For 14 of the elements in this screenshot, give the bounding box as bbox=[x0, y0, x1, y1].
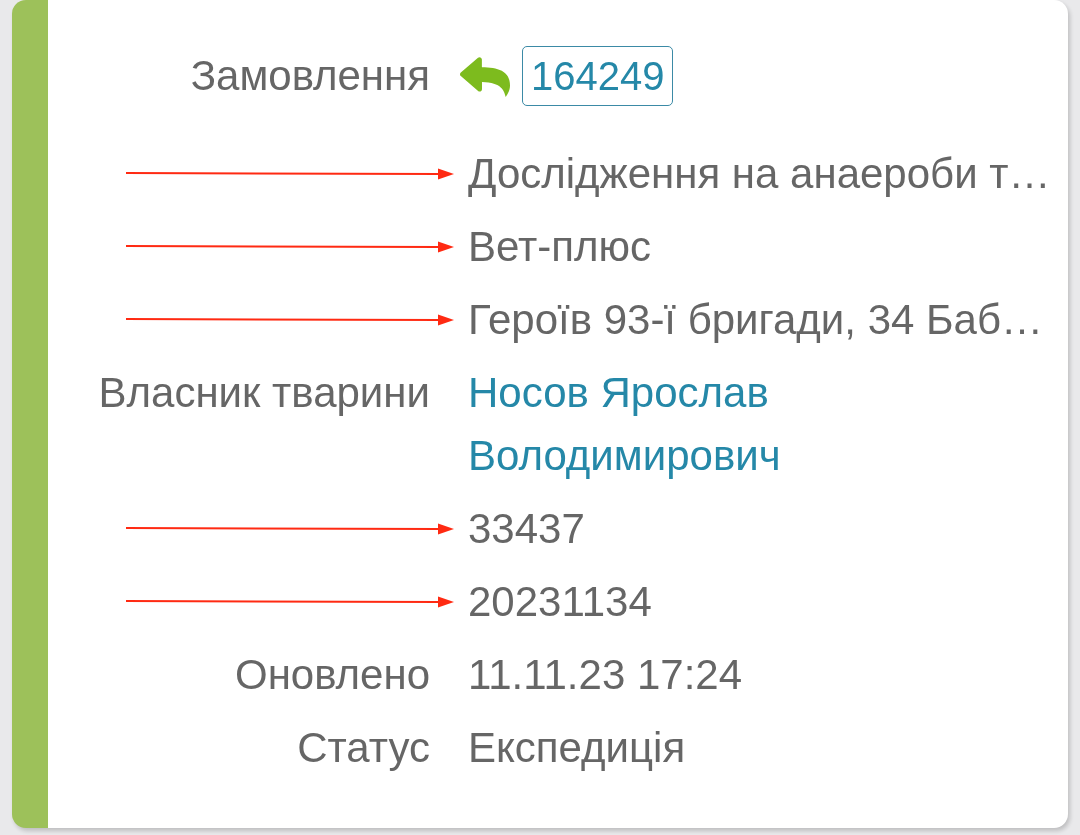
reply-icon[interactable] bbox=[460, 54, 510, 97]
order-number-button[interactable]: 164249 bbox=[522, 45, 674, 106]
field-value: 33437 bbox=[468, 504, 585, 554]
field-value: 11.11.23 17:24 bbox=[468, 650, 743, 700]
field-label: Статус bbox=[297, 723, 430, 773]
field-value: Експедиція bbox=[468, 723, 686, 773]
owner-link[interactable]: Носов Ярослав Володимирович bbox=[468, 361, 813, 487]
field-value: Вет-плюс bbox=[468, 222, 651, 272]
field-value: Дослідження на анаероби т… bbox=[468, 149, 1051, 199]
field-value: 20231134 bbox=[468, 577, 652, 627]
field-label: Оновлено bbox=[235, 650, 430, 700]
field-label: Замовлення bbox=[190, 51, 430, 101]
field-label: Власник тварини bbox=[98, 368, 430, 418]
field-value: Героїв 93-ї бригади, 34 Баб… bbox=[468, 295, 1043, 345]
